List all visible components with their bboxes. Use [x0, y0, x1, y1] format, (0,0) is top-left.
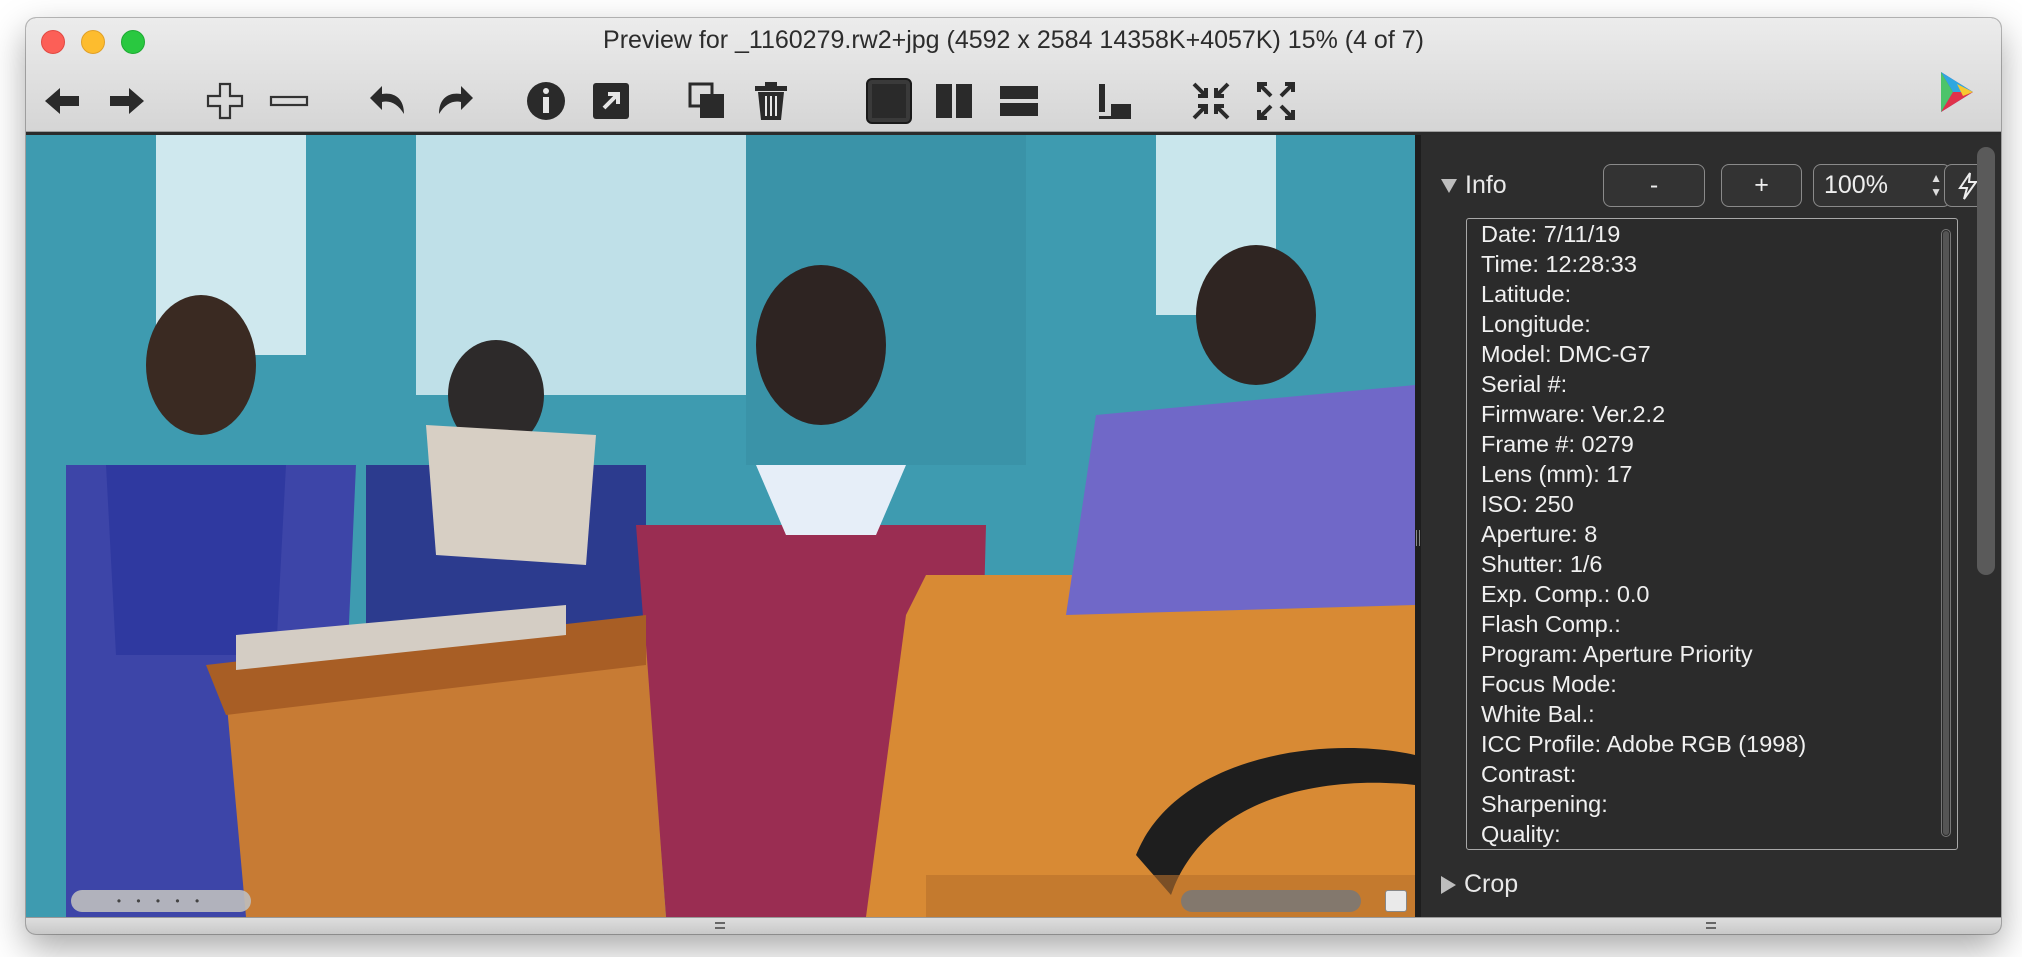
info-line: Aperture: 8 — [1481, 521, 1598, 547]
window-title: Preview for _1160279.rw2+jpg (4592 x 258… — [603, 26, 1424, 54]
photo-image — [26, 135, 1415, 917]
info-line: Shutter: 1/6 — [1481, 551, 1603, 577]
info-line: Quality: — [1481, 821, 1561, 847]
zoom-out-button[interactable] — [266, 78, 312, 124]
expand-button[interactable] — [1253, 78, 1299, 124]
resize-grip-right-icon[interactable] — [1706, 922, 1716, 929]
bottom-resize-bar — [26, 917, 2001, 934]
inspector-panel: Info - + 100% ▲ ▼ Date: 7/11/19 Time: 12:… — [1421, 135, 2001, 917]
resize-grip-left-icon[interactable] — [715, 922, 725, 929]
info-line: Serial #: — [1481, 371, 1568, 397]
info-line: Frame #: 0279 — [1481, 431, 1634, 457]
back-arrow-icon — [45, 88, 79, 114]
lightning-icon — [1958, 171, 1978, 200]
split-vertical-button[interactable] — [931, 78, 977, 124]
info-line: White Bal.: — [1481, 701, 1595, 727]
info-line: ISO: 250 — [1481, 491, 1574, 517]
zoom-level-value: 100% — [1824, 171, 1888, 199]
title-bar: Preview for _1160279.rw2+jpg (4592 x 258… — [26, 18, 2001, 132]
split-horizontal-button[interactable] — [996, 78, 1042, 124]
zoom-stepper-icon[interactable]: ▲ ▼ — [1930, 171, 1942, 199]
align-bottom-icon — [1099, 84, 1131, 119]
expand-icon — [1257, 82, 1295, 120]
info-section-label: Info — [1465, 171, 1507, 199]
crop-section-header[interactable]: Crop — [1441, 870, 1518, 899]
delete-button[interactable] — [748, 78, 794, 124]
zoom-out-icon — [269, 95, 309, 107]
back-button[interactable] — [39, 78, 85, 124]
crop-section-label: Crop — [1464, 870, 1519, 898]
zoom-in-icon — [206, 82, 244, 120]
forward-button[interactable] — [104, 78, 150, 124]
info-metadata-box[interactable]: Date: 7/11/19 Time: 12:28:33 Latitude: L… — [1466, 218, 1958, 850]
split-horizontal-icon — [1000, 86, 1038, 116]
info-section-header[interactable]: Info — [1441, 171, 1507, 200]
info-line: ICC Profile: Adobe RGB (1998) — [1481, 731, 1807, 757]
info-line: Lens (mm): 17 — [1481, 461, 1633, 487]
splitter-grip[interactable] — [1416, 530, 1420, 546]
info-line: Focus Mode: — [1481, 671, 1617, 697]
copy-button[interactable] — [684, 78, 730, 124]
info-line: Program: Aperture Priority — [1481, 641, 1753, 667]
rotate-right-button[interactable] — [431, 78, 477, 124]
info-button[interactable] — [523, 78, 569, 124]
forward-arrow-icon — [110, 88, 144, 114]
rotate-right-icon — [439, 86, 473, 114]
copy-icon — [688, 82, 724, 118]
rotate-left-icon — [370, 86, 404, 114]
info-line: Longitude: — [1481, 311, 1591, 337]
info-line: Date: 7/11/19 — [1481, 221, 1621, 247]
info-line: Sharpening: — [1481, 791, 1608, 817]
split-vertical-icon — [936, 84, 972, 118]
info-line: Time: 12:28:33 — [1481, 251, 1637, 277]
zoom-plus-button[interactable]: + — [1721, 164, 1802, 207]
single-view-button[interactable] — [866, 78, 912, 124]
zoom-minus-button[interactable]: - — [1603, 164, 1705, 207]
info-line: Model: DMC-G7 — [1481, 341, 1651, 367]
trash-icon — [755, 82, 787, 120]
info-line: Firmware: Ver.2.2 — [1481, 401, 1666, 427]
horizontal-scroll-indicator[interactable]: • • • • • — [71, 890, 251, 912]
info-line: Exp. Comp.: 0.0 — [1481, 581, 1650, 607]
info-metadata-list: Date: 7/11/19 Time: 12:28:33 Latitude: L… — [1481, 219, 1927, 849]
zoom-in-button[interactable] — [202, 78, 248, 124]
zoom-level-field[interactable]: 100% ▲ ▼ — [1813, 164, 1951, 207]
rotate-left-button[interactable] — [366, 78, 412, 124]
disclosure-right-icon — [1441, 875, 1456, 894]
info-scrollbar[interactable] — [1941, 229, 1951, 837]
inspector-scrollbar[interactable] — [1977, 147, 1995, 575]
info-icon — [527, 82, 565, 120]
info-scroll-thumb[interactable] — [1943, 231, 1949, 835]
open-external-button[interactable] — [588, 78, 634, 124]
info-line: Flash Comp.: — [1481, 611, 1621, 637]
info-line: Latitude: — [1481, 281, 1572, 307]
preview-window: Preview for _1160279.rw2+jpg (4592 x 258… — [26, 18, 2001, 934]
disclosure-down-icon — [1441, 178, 1457, 193]
horizontal-scrollbar[interactable] — [1181, 890, 1361, 912]
info-line: Contrast: — [1481, 761, 1577, 787]
single-view-icon — [872, 84, 906, 118]
corner-checkbox[interactable] — [1385, 890, 1407, 912]
open-external-icon — [593, 83, 629, 119]
app-logo-icon — [1941, 72, 1973, 112]
collapse-button[interactable] — [1188, 78, 1234, 124]
align-bottom-button[interactable] — [1091, 78, 1137, 124]
collapse-icon — [1192, 82, 1230, 120]
photo-preview[interactable]: • • • • • — [26, 135, 1415, 917]
